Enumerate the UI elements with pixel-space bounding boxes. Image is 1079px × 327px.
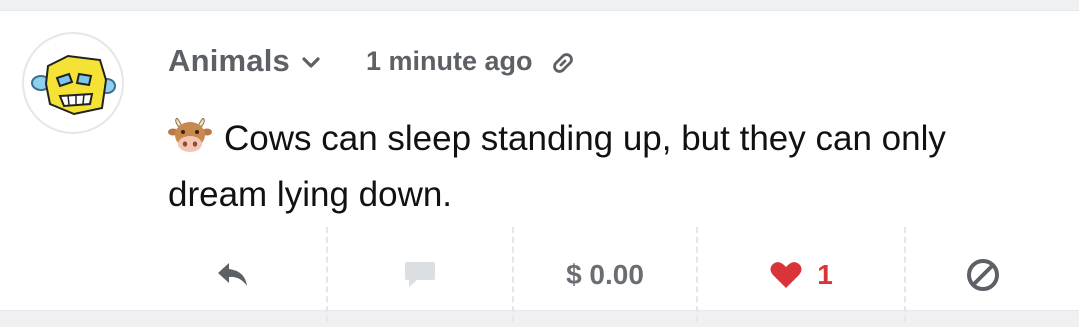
like-button[interactable]: 1 — [698, 227, 906, 322]
robot-avatar-icon — [31, 54, 116, 116]
post-text: Cows can sleep standing up, but they can… — [168, 119, 946, 214]
heart-icon — [770, 261, 802, 288]
link-icon[interactable] — [549, 49, 577, 77]
cow-face-icon — [168, 118, 212, 152]
like-count: 1 — [817, 258, 833, 290]
comment-icon — [405, 261, 435, 287]
post-header: Animals 1 minute ago — [168, 41, 577, 81]
chevron-down-icon[interactable] — [302, 57, 320, 69]
post-body: Cows can sleep standing up, but they can… — [168, 111, 1038, 223]
post-timestamp: 1 minute ago — [366, 45, 533, 76]
action-bar: $ 0.00 1 — [140, 227, 1060, 327]
reply-icon — [218, 262, 247, 286]
comment-button[interactable] — [328, 227, 514, 322]
tip-amount: $ 0.00 — [566, 258, 644, 290]
block-icon — [967, 258, 999, 291]
author-name[interactable]: Animals — [168, 43, 290, 79]
tip-button[interactable]: $ 0.00 — [514, 227, 698, 322]
post-card: Animals 1 minute ago Cows can sleep stan… — [0, 10, 1079, 322]
block-button[interactable] — [906, 227, 1060, 322]
reply-button[interactable] — [140, 227, 328, 322]
avatar[interactable] — [22, 32, 124, 134]
